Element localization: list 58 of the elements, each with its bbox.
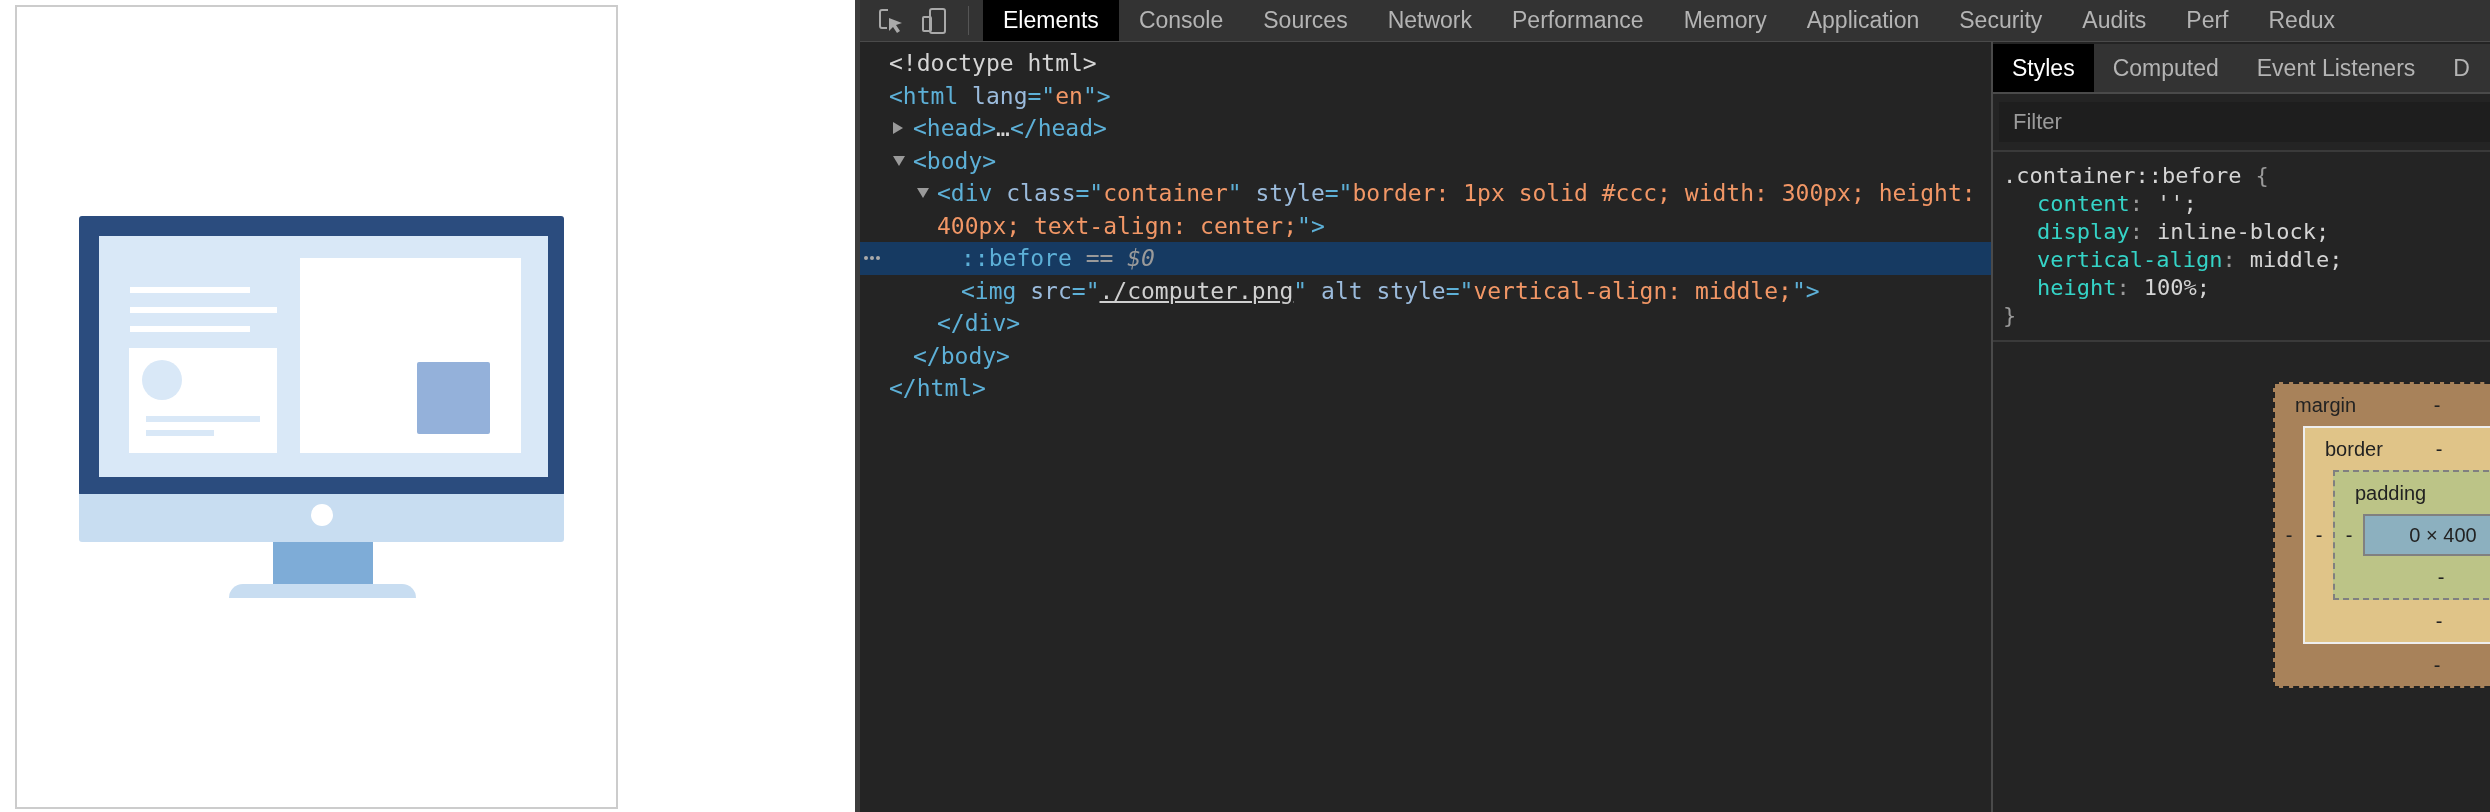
colon-text: : [2222, 246, 2237, 274]
property-value[interactable]: ''; [2156, 190, 2197, 218]
property-name[interactable]: content [2037, 190, 2130, 218]
colon-text: : [2129, 218, 2144, 246]
sidebar-tab[interactable]: Computed [2093, 44, 2238, 92]
more-icon[interactable] [863, 255, 881, 262]
closing-tag-line[interactable]: </html> [889, 372, 1991, 405]
panel-tab[interactable]: Redux [2248, 0, 2355, 41]
dom-node-line[interactable]: <html lang="en"> [889, 79, 1991, 112]
box-model-value: - [2344, 523, 2354, 548]
dom-node-line[interactable]: <div class="container" style="border: 1px solid #ccc; width: 300px; height: 400px; text-align: center;"> [937, 177, 1991, 242]
panel-tab[interactable]: Elements [983, 0, 1119, 41]
panel-tab[interactable]: Console [1118, 0, 1244, 41]
closing-tag-line[interactable]: </body> [913, 339, 1991, 372]
property-value[interactable]: 100%; [2143, 274, 2210, 302]
filter-field[interactable]: Filter [1999, 102, 2490, 142]
sidebar-tab[interactable]: Event Listeners [2237, 44, 2435, 92]
property-value[interactable]: middle; [2249, 246, 2343, 274]
css-selector: .container::before [2003, 162, 2242, 190]
property-value[interactable]: inline-block; [2156, 218, 2330, 246]
panel-tab[interactable]: Network [1367, 0, 1492, 41]
box-model-value: - [2436, 565, 2446, 590]
dom-node-line[interactable]: <head>…</head> [913, 112, 1991, 145]
panel-tab[interactable]: Security [1939, 0, 2063, 41]
dom-node-line[interactable]: <img src="./computer.png" alt style="vertical-align: middle;"> [961, 274, 1991, 307]
property-name[interactable]: display [2037, 218, 2130, 246]
colon-text: : [2129, 190, 2144, 218]
brace-text: { [2255, 162, 2269, 190]
colon-text: : [2116, 274, 2131, 302]
device-toggle-icon[interactable] [922, 7, 946, 34]
panel-tab[interactable]: Perf [2166, 0, 2249, 41]
box-model-content: 0 × 400 [2363, 514, 2490, 556]
panel-tab[interactable]: Sources [1243, 0, 1368, 41]
panel-tab[interactable]: Performance [1492, 0, 1664, 41]
collapsed-arrow-icon[interactable] [893, 122, 903, 135]
box-model-label: border [2324, 437, 2384, 462]
expanded-arrow-icon[interactable] [893, 155, 905, 166]
panel-tab[interactable]: Application [1786, 0, 1940, 41]
inspect-icon[interactable] [878, 7, 904, 34]
sidebar-tab[interactable]: D [2434, 44, 2489, 92]
box-model-value: - [2435, 437, 2443, 462]
box-model-value: - [2314, 523, 2324, 548]
panel-tab[interactable]: Memory [1663, 0, 1787, 41]
property-name[interactable]: vertical-align [2037, 246, 2223, 274]
panel-tab[interactable]: Audits [2062, 0, 2167, 41]
brace-text: } [2003, 302, 2018, 330]
box-model-value: - [2284, 523, 2294, 548]
box-model-value: - [2432, 653, 2442, 678]
box-model-label: margin [2294, 393, 2358, 418]
property-name[interactable]: height [2037, 274, 2117, 302]
expanded-arrow-icon[interactable] [917, 188, 929, 199]
box-model-value: - [2434, 609, 2444, 634]
dom-node-line[interactable]: <body> [913, 144, 1991, 177]
closing-tag-line[interactable]: </div> [937, 307, 1991, 340]
box-model-label: padding [2354, 481, 2428, 506]
dom-node-line[interactable]: <!doctype html> [889, 47, 1991, 80]
sidebar-tab[interactable]: Styles [1993, 44, 2094, 92]
box-model-value: - [2433, 393, 2441, 418]
